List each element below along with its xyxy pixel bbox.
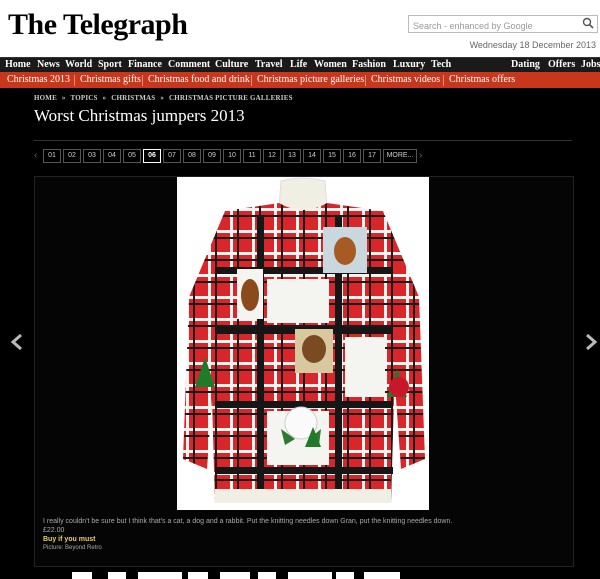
pager-page-02[interactable]: 02	[63, 149, 81, 163]
subnav-divider	[365, 75, 366, 86]
pager-page-09[interactable]: 09	[203, 149, 221, 163]
telegraph-logo[interactable]: The Telegraph	[8, 8, 188, 42]
gallery-image-christmas-jumper[interactable]	[177, 177, 429, 510]
breadcrumb-christmas[interactable]: CHRISTMAS	[111, 94, 155, 102]
subnav-divider	[251, 75, 252, 86]
pager-page-15[interactable]: 15	[323, 149, 341, 163]
pager-page-11[interactable]: 11	[243, 149, 261, 163]
thumbnail[interactable]	[258, 572, 276, 579]
pager-page-06-current[interactable]: 06	[143, 149, 161, 163]
thumbnail[interactable]	[188, 572, 208, 579]
breadcrumb-topics[interactable]: TOPICS	[70, 94, 97, 102]
pager-page-10[interactable]: 10	[223, 149, 241, 163]
page-title: Worst Christmas jumpers 2013	[34, 106, 245, 125]
subnav-christmas-2013[interactable]: Christmas 2013	[7, 74, 70, 85]
thumbnail[interactable]	[72, 572, 92, 579]
thumbnail[interactable]	[288, 572, 332, 579]
pager-page-12[interactable]: 12	[263, 149, 281, 163]
pager-page-05[interactable]: 05	[123, 149, 141, 163]
title-divider	[34, 140, 572, 141]
search-icon[interactable]	[582, 17, 594, 29]
pager-page-04[interactable]: 04	[103, 149, 121, 163]
gallery-viewer: I really couldn't be sure but I think th…	[34, 176, 574, 567]
subnav-picture-galleries[interactable]: Christmas picture galleries	[257, 74, 364, 85]
gallery-prev-arrow-icon[interactable]	[8, 332, 26, 352]
subnav-christmas-videos[interactable]: Christmas videos	[371, 74, 440, 85]
nav-fashion[interactable]: Fashion	[352, 59, 386, 70]
nav-comment[interactable]: Comment	[168, 59, 210, 70]
subnav-divider	[443, 75, 444, 86]
search-box[interactable]	[408, 15, 598, 34]
breadcrumb-separator: »	[61, 94, 66, 102]
thumbnail-strip	[34, 572, 572, 579]
nav-home[interactable]: Home	[5, 59, 31, 70]
nav-world[interactable]: World	[65, 59, 92, 70]
pager-page-14[interactable]: 14	[303, 149, 321, 163]
thumbnail[interactable]	[336, 572, 354, 579]
nav-finance[interactable]: Finance	[128, 59, 162, 70]
current-date: Wednesday 18 December 2013	[469, 40, 596, 50]
nav-dating[interactable]: Dating	[511, 59, 540, 70]
nav-offers[interactable]: Offers	[548, 59, 575, 70]
breadcrumb-separator: »	[102, 94, 107, 102]
nav-culture[interactable]: Culture	[215, 59, 248, 70]
nav-tech[interactable]: Tech	[431, 59, 451, 70]
thumbnail[interactable]	[138, 572, 182, 579]
pager-more[interactable]: MORE...	[383, 149, 417, 163]
pager-prev-arrow[interactable]: ‹	[34, 149, 37, 162]
pager-page-03[interactable]: 03	[83, 149, 101, 163]
subnav-divider	[74, 75, 75, 86]
subnav-christmas-offers[interactable]: Christmas offers	[449, 74, 515, 85]
nav-luxury[interactable]: Luxury	[393, 59, 425, 70]
masthead: The Telegraph Wednesday 18 December 2013	[0, 0, 600, 57]
breadcrumb-home[interactable]: HOME	[34, 94, 57, 102]
subnav-food-and-drink[interactable]: Christmas food and drink	[148, 74, 250, 85]
gallery-next-arrow-icon[interactable]	[582, 332, 600, 352]
nav-women[interactable]: Women	[314, 59, 347, 70]
pager-page-01[interactable]: 01	[43, 149, 61, 163]
subnav-christmas-gifts[interactable]: Christmas gifts	[80, 74, 141, 85]
thumbnail[interactable]	[108, 572, 126, 579]
pager-page-08[interactable]: 08	[183, 149, 201, 163]
thumbnail[interactable]	[220, 572, 250, 579]
gallery-caption: I really couldn't be sure but I think th…	[43, 518, 563, 551]
breadcrumb: HOME » TOPICS » CHRISTMAS » CHRISTMAS PI…	[34, 94, 296, 102]
pager-page-07[interactable]: 07	[163, 149, 181, 163]
subnav-divider	[142, 75, 143, 86]
main-nav: Home News World Sport Finance Comment Cu…	[0, 57, 600, 73]
breadcrumb-picture-galleries[interactable]: CHRISTMAS PICTURE GALLERIES	[169, 94, 293, 102]
breadcrumb-separator: »	[160, 94, 165, 102]
nav-life[interactable]: Life	[290, 59, 307, 70]
pager-page-13[interactable]: 13	[283, 149, 301, 163]
caption-price: £22.00	[43, 527, 65, 534]
caption-text: I really couldn't be sure but I think th…	[43, 518, 453, 525]
picture-credit: Picture: Beyond Retro	[43, 545, 102, 551]
nav-travel[interactable]: Travel	[255, 59, 283, 70]
pager-page-16[interactable]: 16	[343, 149, 361, 163]
nav-jobs[interactable]: Jobs	[581, 59, 600, 70]
section-nav: Christmas 2013 Christmas gifts Christmas…	[0, 72, 600, 88]
jumper-illustration	[177, 177, 429, 510]
buy-link[interactable]: Buy if you must	[43, 536, 563, 543]
pager-page-17[interactable]: 17	[363, 149, 381, 163]
pager-next-arrow[interactable]: ›	[419, 149, 422, 162]
nav-news[interactable]: News	[37, 59, 60, 70]
thumbnail[interactable]	[364, 572, 400, 579]
search-input[interactable]	[409, 18, 577, 34]
nav-sport[interactable]: Sport	[98, 59, 122, 70]
